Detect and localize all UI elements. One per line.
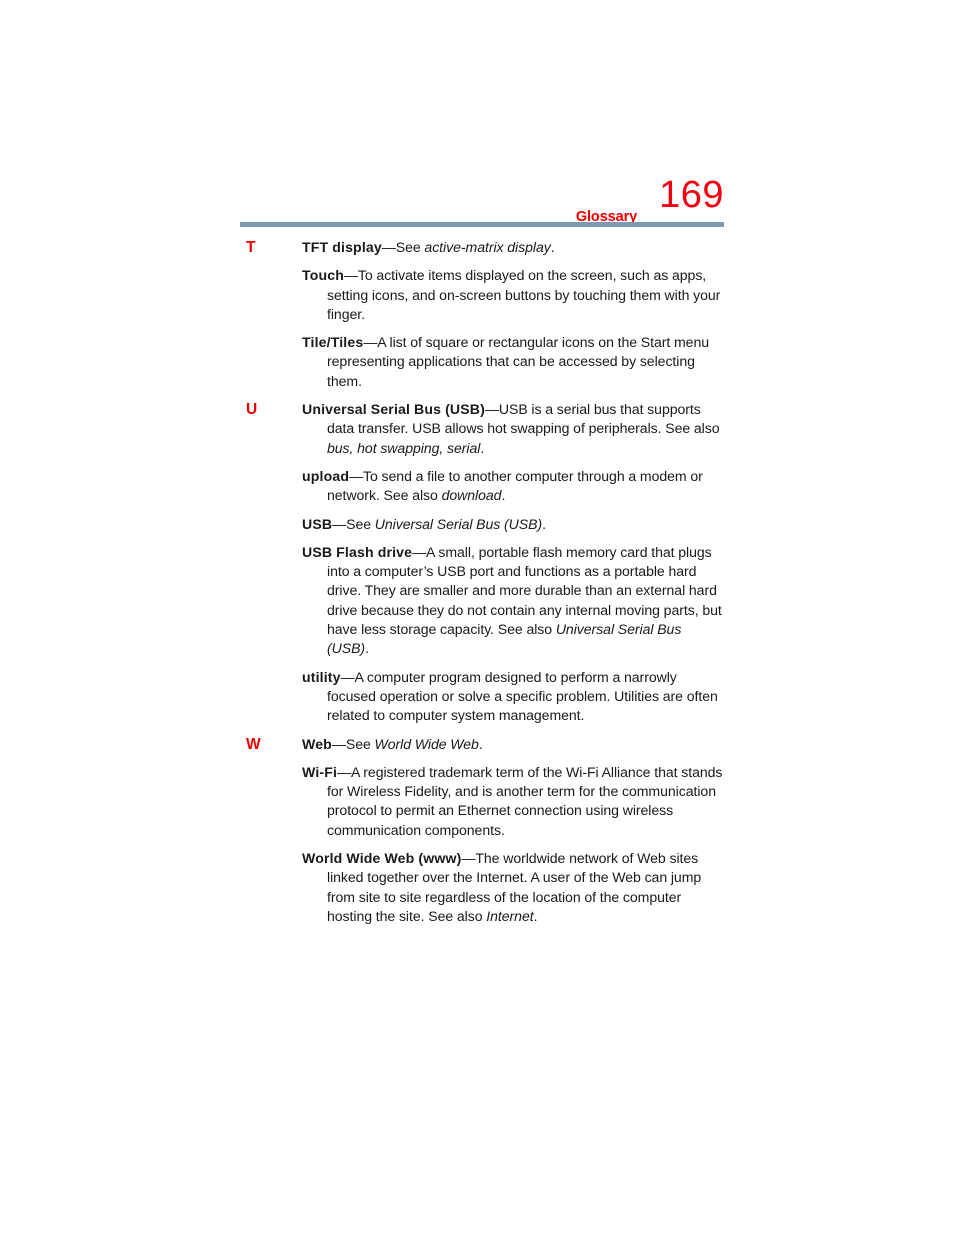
glossary-definition: To activate items displayed on the scree… xyxy=(327,267,721,322)
glossary-entry: Touch—To activate items displayed on the… xyxy=(240,266,724,324)
glossary-definition: See xyxy=(346,515,375,532)
header-divider xyxy=(240,222,724,227)
glossary-entry: USB Flash drive—A small, portable flash … xyxy=(240,543,724,659)
glossary-cross-reference: Internet xyxy=(486,907,534,924)
glossary-cross-reference: bus, hot swapping, serial xyxy=(327,439,481,456)
glossary-dash: — xyxy=(381,239,396,255)
glossary-cross-reference: active-matrix display xyxy=(424,239,551,255)
glossary-definition: See xyxy=(345,735,375,752)
glossary-entry-text: Tile/Tiles—A list of square or rectangul… xyxy=(302,333,724,391)
glossary-entry: Wi-Fi—A registered trademark term of the… xyxy=(240,763,724,840)
glossary-entry: upload—To send a file to another compute… xyxy=(240,467,724,506)
glossary-entry-text: Universal Serial Bus (USB)—USB is a seri… xyxy=(302,400,724,458)
page-number: 169 xyxy=(659,174,724,216)
glossary-definition-tail: . xyxy=(533,907,538,924)
glossary-entry: USB—See Universal Serial Bus (USB). xyxy=(240,515,724,534)
glossary-dash: — xyxy=(331,735,346,752)
glossary-entry-list: T TFT display—See active-matrix display. T… xyxy=(240,238,724,926)
glossary-definition: A registered trademark term of the Wi-Fi… xyxy=(327,763,723,838)
glossary-entry-text: upload—To send a file to another compute… xyxy=(302,467,724,506)
glossary-section-letter: T xyxy=(246,239,256,256)
page-header: Glossary 169 xyxy=(240,174,724,224)
glossary-dash: — xyxy=(332,515,347,532)
glossary-term: upload xyxy=(302,467,350,484)
glossary-entry-text: Touch—To activate items displayed on the… xyxy=(302,266,724,324)
glossary-entry: World Wide Web (www)—The worldwide netwo… xyxy=(240,849,724,926)
glossary-term: USB Flash drive xyxy=(302,543,413,560)
glossary-entry-text: World Wide Web (www)—The worldwide netwo… xyxy=(302,849,724,926)
glossary-definition-tail: . xyxy=(542,515,546,532)
glossary-entry-text: Wi-Fi—A registered trademark term of the… xyxy=(302,763,724,840)
glossary-section-letter: W xyxy=(246,735,261,753)
glossary-dash: — xyxy=(343,267,358,284)
glossary-definition: To send a file to another computer throu… xyxy=(327,467,703,504)
glossary-definition-tail: . xyxy=(478,735,483,752)
glossary-dash: — xyxy=(337,763,351,780)
glossary-term: Web xyxy=(302,735,332,752)
glossary-definition: A list of square or rectangular icons on… xyxy=(327,334,710,389)
glossary-dash: — xyxy=(349,467,363,484)
glossary-cross-reference: download xyxy=(441,487,502,504)
glossary-dash: — xyxy=(484,401,499,418)
document-page: Glossary 169 T TFT display—See active-mat… xyxy=(0,0,954,1235)
glossary-entry: T TFT display—See active-matrix display. xyxy=(240,238,724,257)
glossary-entry-text: TFT display—See active-matrix display. xyxy=(302,238,724,257)
glossary-entry: U Universal Serial Bus (USB)—USB is a ser… xyxy=(240,400,724,458)
glossary-term: TFT display xyxy=(302,239,382,255)
glossary-entry: Tile/Tiles—A list of square or rectangul… xyxy=(240,333,724,391)
glossary-entry: utility—A computer program designed to p… xyxy=(240,668,724,726)
glossary-cross-reference: Universal Serial Bus (USB) xyxy=(374,515,543,532)
glossary-term: Universal Serial Bus (USB) xyxy=(302,401,485,418)
glossary-entry-text: USB—See Universal Serial Bus (USB). xyxy=(302,515,724,534)
glossary-dash: — xyxy=(461,850,476,867)
glossary-entry: W Web—See World Wide Web. xyxy=(240,735,724,754)
glossary-entry-text: USB Flash drive—A small, portable flash … xyxy=(302,543,724,659)
glossary-entry-text: utility—A computer program designed to p… xyxy=(302,668,724,726)
glossary-definition: A computer program designed to perform a… xyxy=(327,668,718,724)
glossary-dash: — xyxy=(412,543,427,560)
glossary-term: Tile/Tiles xyxy=(302,334,364,351)
glossary-dash: — xyxy=(340,668,355,685)
glossary-term: Touch xyxy=(302,267,344,284)
glossary-definition-tail: . xyxy=(365,640,369,657)
glossary-term: World Wide Web (www) xyxy=(302,850,462,867)
glossary-dash: — xyxy=(363,334,378,351)
glossary-section-letter: U xyxy=(246,401,258,419)
glossary-term: utility xyxy=(302,668,341,685)
glossary-definition: See xyxy=(395,239,425,255)
glossary-definition-tail: . xyxy=(480,439,485,456)
glossary-term: Wi-Fi xyxy=(302,763,338,780)
glossary-definition-tail: . xyxy=(501,487,506,504)
glossary-definition-tail: . xyxy=(550,239,555,255)
glossary-term: USB xyxy=(302,515,333,532)
glossary-cross-reference: World Wide Web xyxy=(374,735,479,752)
glossary-entry-text: Web—See World Wide Web. xyxy=(302,735,724,754)
